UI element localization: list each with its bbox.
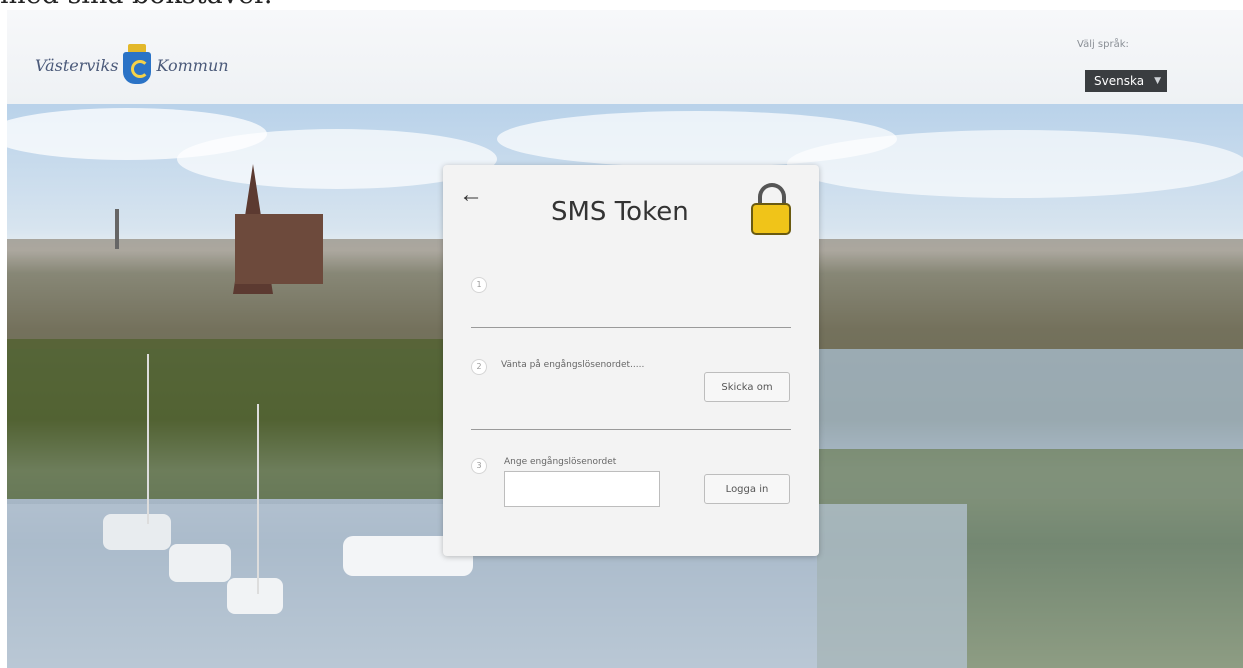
step-divider-1 bbox=[471, 327, 791, 328]
municipal-crest-icon bbox=[122, 44, 152, 86]
enter-otp-label: Ange engångslösenordet bbox=[504, 457, 617, 467]
language-select[interactable]: Svenska ▼ bbox=[1085, 70, 1167, 92]
sms-token-card: ← SMS Token 1 2 Vänta på engångslösenord… bbox=[443, 165, 819, 556]
municipality-logo[interactable]: Västerviks Kommun bbox=[35, 44, 229, 86]
language-selected-value: Svenska bbox=[1094, 74, 1145, 88]
logo-text-right: Kommun bbox=[156, 55, 229, 75]
step-3-number: 3 bbox=[471, 458, 487, 474]
chevron-down-icon: ▼ bbox=[1154, 76, 1161, 86]
language-label: Välj språk: bbox=[1077, 39, 1129, 50]
card-title: SMS Token bbox=[551, 197, 689, 227]
otp-input[interactable] bbox=[504, 471, 660, 507]
step-1-number: 1 bbox=[471, 277, 487, 293]
page-caption: med sina bokstäver. bbox=[0, 0, 272, 10]
logo-text-left: Västerviks bbox=[35, 55, 119, 75]
back-arrow-icon[interactable]: ← bbox=[459, 183, 483, 207]
padlock-icon bbox=[751, 183, 791, 237]
step-2-number: 2 bbox=[471, 359, 487, 375]
resend-button[interactable]: Skicka om bbox=[704, 372, 790, 402]
site-header: Västerviks Kommun Välj språk: Svenska ▼ bbox=[7, 10, 1243, 105]
wait-otp-text: Vänta på engångslösenordet..... bbox=[501, 360, 645, 370]
login-button[interactable]: Logga in bbox=[704, 474, 790, 504]
step-divider-2 bbox=[471, 429, 791, 430]
